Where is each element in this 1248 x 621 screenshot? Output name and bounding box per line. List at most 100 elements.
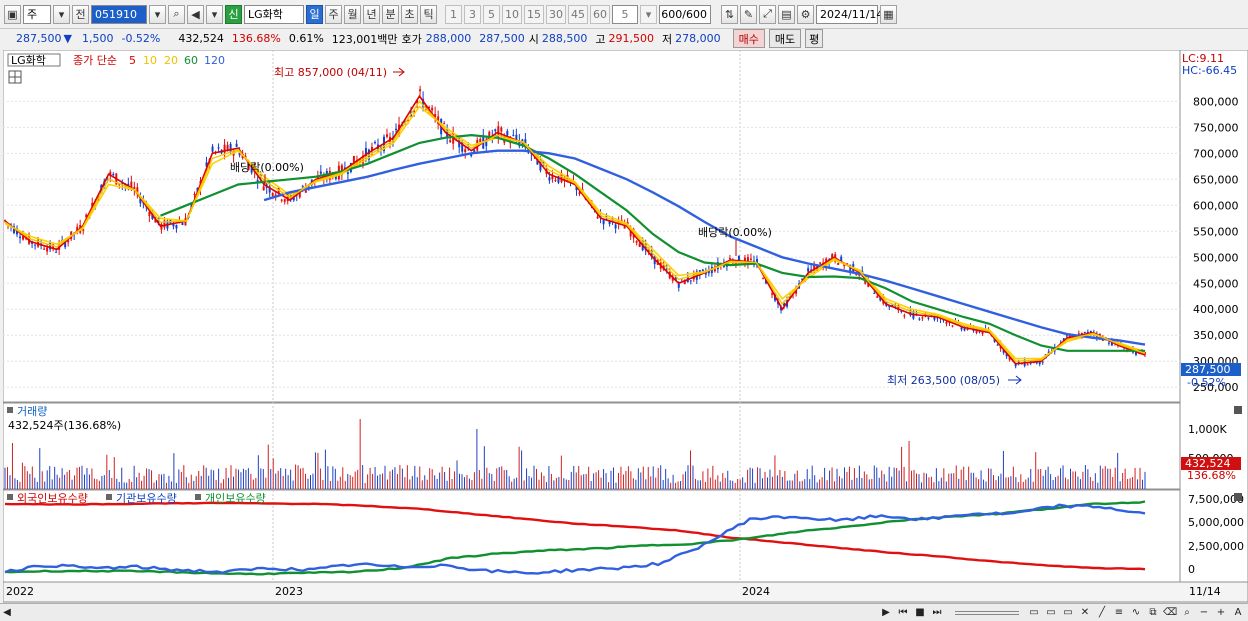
candle-body: [918, 318, 921, 320]
candle-body: [602, 219, 605, 225]
code-dropdown-icon[interactable]: ▾: [149, 4, 166, 24]
holdings-panel-icon[interactable]: [7, 494, 13, 500]
period-day-button[interactable]: 일: [306, 4, 323, 24]
interval-10-button[interactable]: 10: [502, 4, 522, 24]
expand-icon[interactable]: ⤢: [759, 4, 776, 24]
gear-icon[interactable]: ⚙: [797, 4, 814, 24]
scroll-left-icon[interactable]: ◀: [0, 606, 14, 620]
new-badge: 신: [225, 4, 242, 24]
dropdown-arrow-icon[interactable]: ▾: [53, 4, 70, 24]
period-week-button[interactable]: 주: [325, 4, 342, 24]
text-tool-icon[interactable]: A: [1231, 606, 1245, 620]
calendar-icon[interactable]: ▦: [880, 4, 897, 24]
candle-body: [1107, 342, 1110, 344]
price-tick-label: 600,000: [1193, 199, 1239, 212]
interval-30-button[interactable]: 30: [546, 4, 566, 24]
interval-label: 30: [549, 7, 563, 21]
legend-foreign: 외국인보유수량: [17, 492, 88, 505]
candle-body: [373, 142, 376, 144]
chart-type-icon[interactable]: ⇅: [721, 4, 738, 24]
period-tick-button[interactable]: 틱: [420, 4, 437, 24]
price-tick-label: 450,000: [1193, 277, 1239, 290]
stock-code-input[interactable]: 051910: [91, 4, 147, 24]
interval-label: 3: [469, 7, 476, 21]
layout-icon-3[interactable]: ▭: [1061, 606, 1075, 620]
candle-body: [873, 292, 876, 294]
candle-body: [346, 172, 349, 175]
chart-area[interactable]: 800,000 750,000 700,000 650,000 600,000 550,0…: [2, 49, 1248, 603]
play-icon[interactable]: ▶: [879, 606, 893, 620]
interval-15-button[interactable]: 15: [524, 4, 544, 24]
holdings-scale-5m: 5,000,000: [1188, 516, 1244, 529]
copy-icon[interactable]: ⧉: [1146, 606, 1160, 620]
prev-button[interactable]: 전: [72, 4, 89, 24]
stop-icon[interactable]: ■: [913, 606, 927, 620]
zoom-icon[interactable]: ⌕: [1180, 606, 1194, 620]
chart-svg[interactable]: 800,000 750,000 700,000 650,000 600,000 550,0…: [2, 49, 1248, 603]
candle-body: [449, 140, 452, 142]
candle-body: [229, 143, 232, 152]
interval-1-button[interactable]: 1: [445, 4, 462, 24]
volume-close-icon[interactable]: [1234, 406, 1242, 414]
candle-body: [554, 180, 557, 182]
interval-label: 45: [571, 7, 585, 21]
horizontal-scrollbar[interactable]: [17, 608, 879, 618]
period-minute-button[interactable]: 분: [382, 4, 399, 24]
layout-icon-1[interactable]: ▭: [1027, 606, 1041, 620]
interval-60-button[interactable]: 60: [590, 4, 610, 24]
period-year-button[interactable]: 년: [363, 4, 380, 24]
candle-body: [837, 262, 840, 265]
chart-window-icon[interactable]: ▣: [4, 4, 21, 24]
candle-body: [701, 269, 704, 272]
x-label-2023: 2023: [275, 585, 303, 598]
search-icon[interactable]: ⌕: [168, 4, 185, 24]
sound-icon[interactable]: ◀: [187, 4, 204, 24]
zoom-slider[interactable]: [955, 610, 1019, 615]
candle-body: [262, 186, 265, 191]
interval-dropdown-icon[interactable]: ▾: [640, 4, 657, 24]
menu-dropdown-icon[interactable]: ▾: [206, 4, 223, 24]
candle-body: [771, 293, 774, 295]
date-input[interactable]: 2024/11/14: [816, 4, 883, 24]
period-type-value: 주: [27, 8, 38, 21]
candle-body: [464, 149, 467, 153]
period-type-select[interactable]: 주: [23, 4, 51, 24]
candle-body: [181, 222, 184, 225]
volume-title: 거래량: [17, 405, 47, 418]
draw-tool-icon[interactable]: ✎: [740, 4, 757, 24]
candle-body: [819, 262, 822, 264]
period-month-button[interactable]: 월: [344, 4, 361, 24]
candle-body: [638, 243, 641, 247]
volume-panel-icon[interactable]: [7, 407, 13, 413]
avg-button[interactable]: 평: [805, 29, 824, 48]
interval-45-button[interactable]: 45: [568, 4, 588, 24]
buy-button[interactable]: 매수: [732, 29, 765, 48]
save-icon[interactable]: ▤: [778, 4, 795, 24]
crosshair-icon[interactable]: ✕: [1078, 606, 1092, 620]
candle-body: [876, 296, 879, 298]
pct-tag: -0.52%: [1187, 376, 1226, 389]
holdings-close-icon[interactable]: [1234, 493, 1242, 501]
candle-body: [319, 171, 322, 174]
plus-icon[interactable]: +: [1214, 606, 1228, 620]
volume-value: 432,524: [178, 32, 224, 45]
count-input[interactable]: 600/600: [659, 4, 711, 24]
interval-3-button[interactable]: 3: [464, 4, 481, 24]
stock-name-value: LG화학: [248, 8, 283, 21]
sell-button[interactable]: 매도: [768, 29, 802, 48]
candle-body: [494, 129, 497, 131]
fib-icon[interactable]: ≡: [1112, 606, 1126, 620]
minus-icon[interactable]: −: [1197, 606, 1211, 620]
interval-5-button[interactable]: 5: [483, 4, 500, 24]
layout-icon-2[interactable]: ▭: [1044, 606, 1058, 620]
fast-forward-icon[interactable]: ⏭: [930, 606, 944, 620]
x-label-2022: 2022: [6, 585, 34, 598]
eraser-icon[interactable]: ⌫: [1163, 606, 1177, 620]
rewind-icon[interactable]: ⏮: [896, 606, 910, 620]
interval-select[interactable]: 5: [612, 4, 638, 24]
candle-body: [431, 107, 434, 111]
wave-icon[interactable]: ∿: [1129, 606, 1143, 620]
period-second-button[interactable]: 초: [401, 4, 418, 24]
trendline-icon[interactable]: ╱: [1095, 606, 1109, 620]
period-label: 월: [347, 8, 358, 21]
